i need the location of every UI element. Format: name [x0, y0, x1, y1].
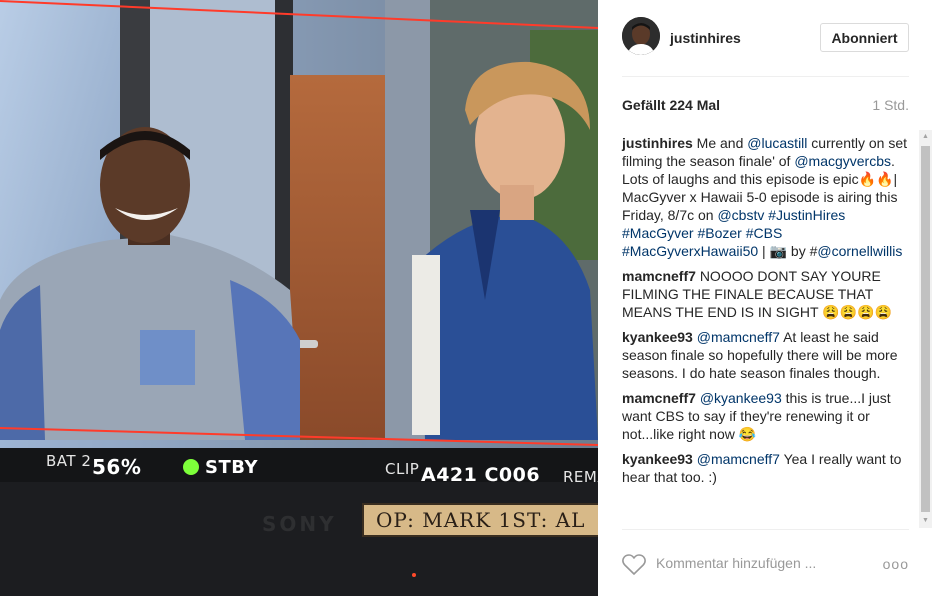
mention-link[interactable]: @cornellwillis — [817, 243, 902, 259]
post-photo[interactable]: BAT 2 56% STBY CLIP A421 C006 REMA SONY … — [0, 0, 598, 596]
clip-value: A421 C006 — [421, 464, 541, 486]
mention-link[interactable]: @lucastill — [747, 135, 807, 151]
heart-icon[interactable] — [622, 554, 646, 575]
clip-label: CLIP — [385, 460, 420, 478]
mention-link[interactable]: @mamcneff7 — [697, 451, 780, 467]
likes-count[interactable]: Gefällt 224 Mal — [622, 97, 720, 113]
brand-logo: SONY — [262, 512, 337, 536]
comment-input[interactable] — [656, 550, 856, 576]
comment-username[interactable]: kyankee93 — [622, 451, 693, 467]
list-item: mamcneff7 NOOOO DONT SAY YOURE FILMING T… — [622, 267, 908, 321]
avatar[interactable] — [622, 17, 660, 55]
avatar-image — [622, 17, 660, 55]
comment-bar: ooo — [622, 546, 909, 582]
standby-indicator: STBY — [183, 457, 258, 478]
mention-link[interactable]: @macgyvercbs — [794, 153, 891, 169]
comment-username[interactable]: mamcneff7 — [622, 390, 696, 406]
mention-link[interactable]: @cbstv — [717, 207, 764, 223]
post-header: justinhires Abonniert — [622, 16, 909, 77]
comment-list: justinhires Me and @lucastill currently … — [622, 134, 908, 493]
list-item: kyankee93 @mamcneff7 Yea I really want t… — [622, 450, 908, 486]
username-link[interactable]: justinhires — [670, 30, 741, 46]
divider — [622, 529, 909, 530]
caption-username[interactable]: justinhires — [622, 135, 693, 151]
record-indicator-icon — [412, 573, 416, 577]
post-timestamp[interactable]: 1 Std. — [872, 97, 909, 113]
comment-username[interactable]: kyankee93 — [622, 329, 693, 345]
mention-link[interactable]: @kyankee93 — [700, 390, 782, 406]
battery-label: BAT 2 — [46, 452, 92, 470]
more-options-icon[interactable]: ooo — [883, 556, 909, 572]
status-dot-icon — [183, 459, 199, 475]
caption-text: Me and — [692, 135, 748, 151]
remain-label: REMA — [563, 468, 598, 486]
scroll-thumb[interactable] — [921, 146, 930, 512]
list-item: mamcneff7 @kyankee93 this is true...I ju… — [622, 389, 908, 443]
list-item: kyankee93 @mamcneff7 At least he said se… — [622, 328, 908, 382]
scroll-down-icon[interactable]: ▼ — [919, 514, 932, 528]
post-panel: justinhires Abonniert Gefällt 224 Mal 1 … — [598, 0, 933, 596]
status-label: STBY — [205, 457, 259, 478]
caption-text: | 📷 by # — [758, 243, 818, 259]
caption: justinhires Me and @lucastill currently … — [622, 134, 908, 260]
camera-slate-label: OP: MARK 1ST: AL — [362, 503, 598, 537]
battery-value: 56% — [92, 455, 142, 479]
mention-link[interactable]: @mamcneff7 — [697, 329, 780, 345]
comment-scrollbar[interactable]: ▲ ▼ — [919, 130, 932, 528]
scroll-up-icon[interactable]: ▲ — [919, 130, 932, 144]
comment-username[interactable]: mamcneff7 — [622, 268, 696, 284]
follow-button[interactable]: Abonniert — [820, 23, 909, 52]
